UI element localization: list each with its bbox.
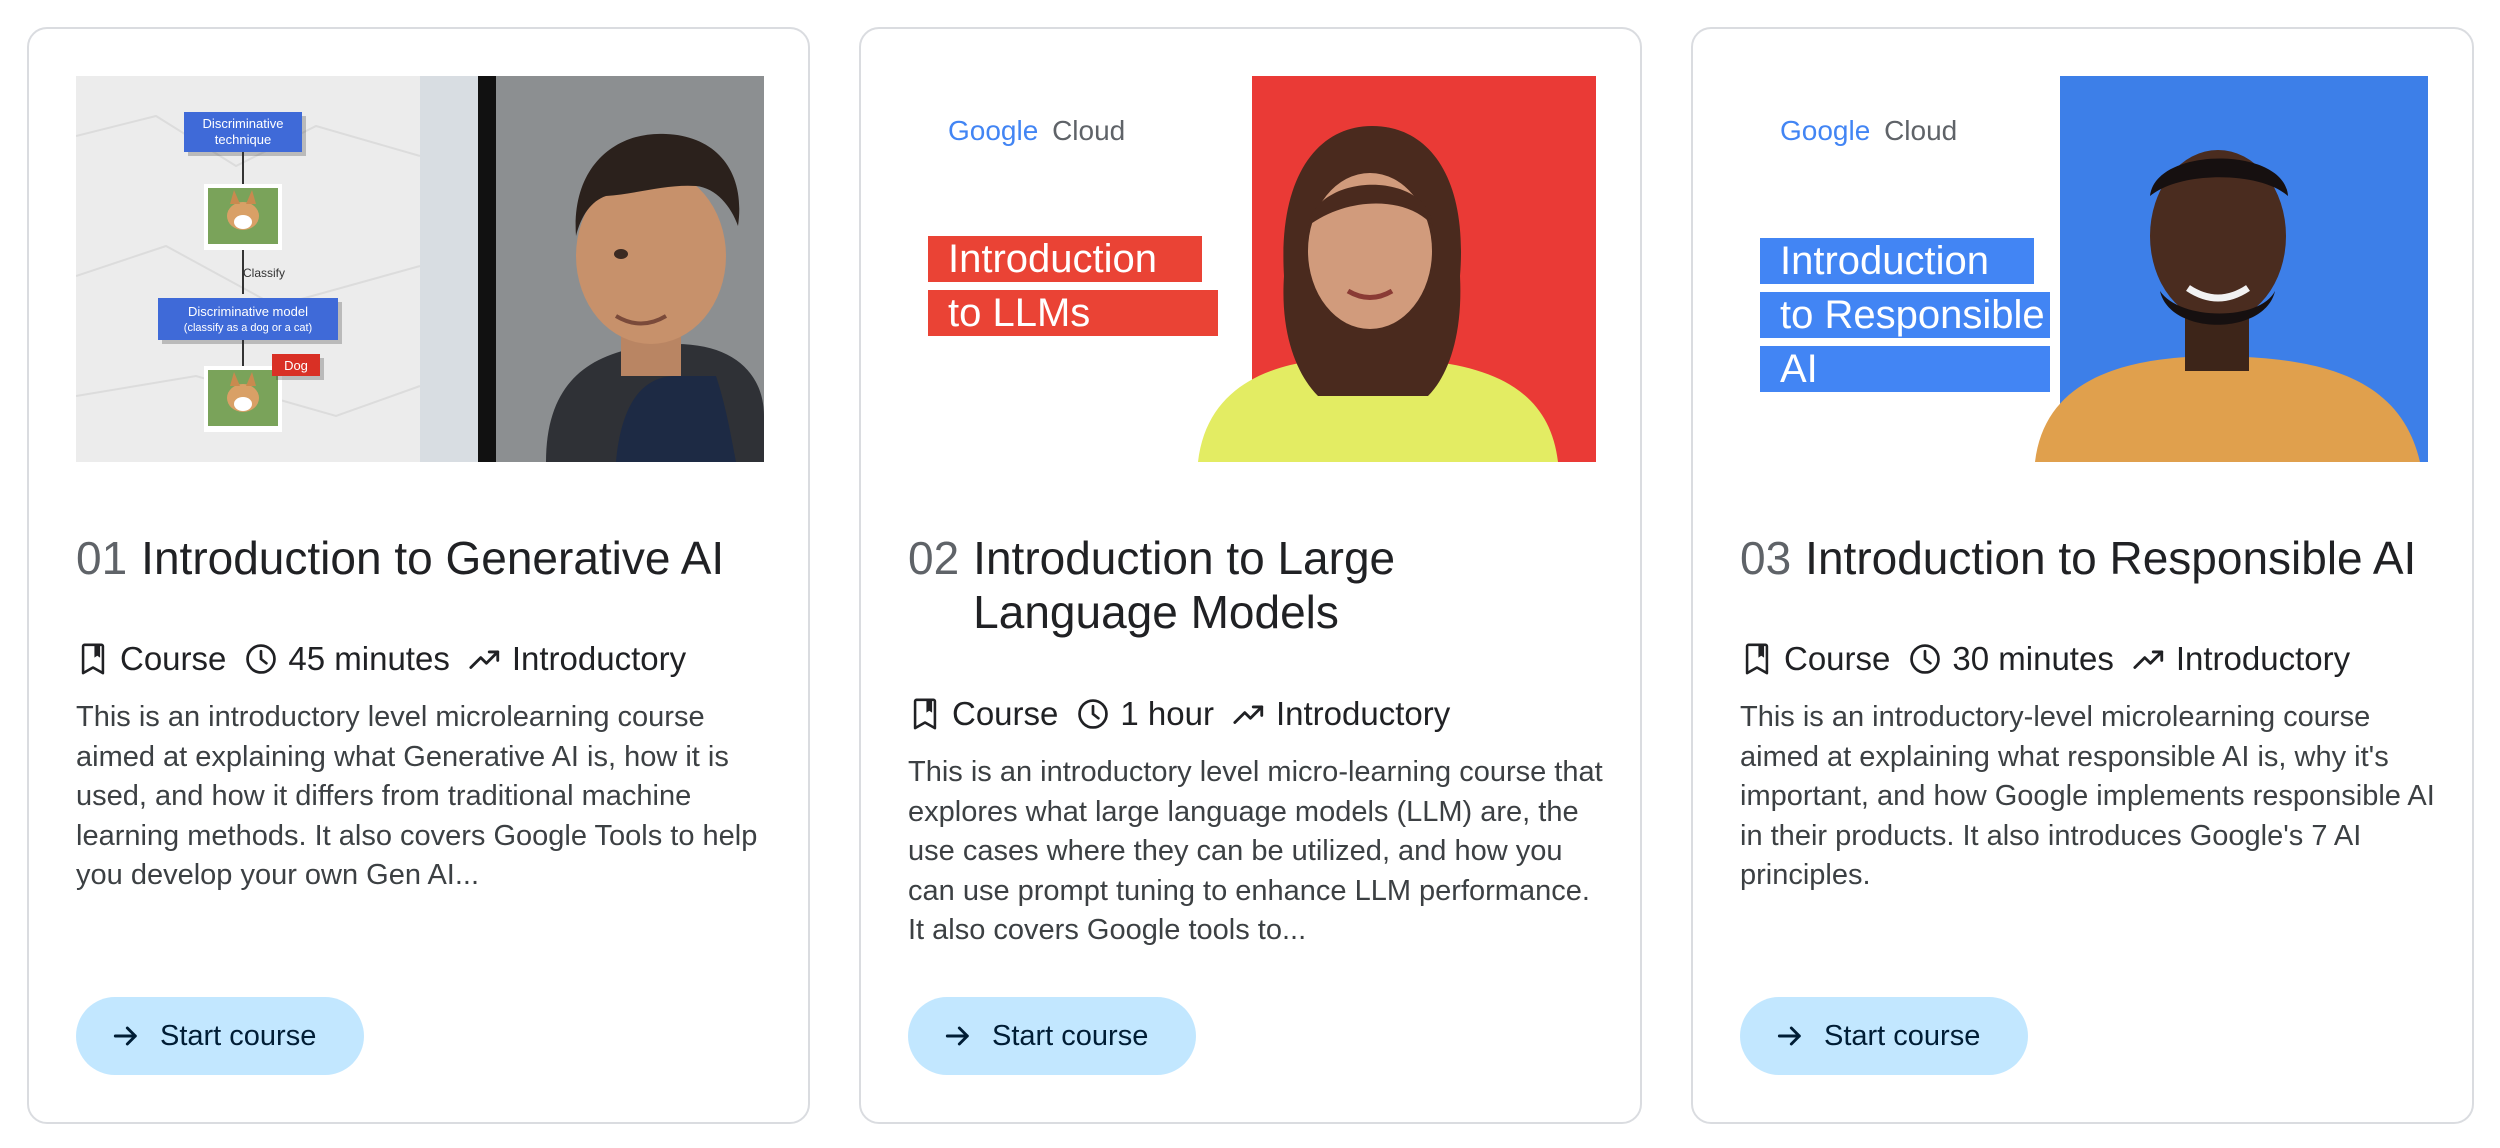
thumbnail-headline-line3: AI — [1780, 347, 1818, 391]
course-card: Google Cloud Introduction to Responsible… — [1691, 27, 2474, 1124]
thumbnail-headline-line2: to Responsible — [1780, 293, 2045, 337]
course-level-label: Introductory — [1275, 695, 1451, 732]
course-description: This is an introductory level microlearn… — [76, 701, 758, 891]
start-course-button[interactable]: Start course — [76, 997, 364, 1075]
diagram-model-line2: (classify as a dog or a cat) — [184, 322, 312, 334]
course-meta: Course 1 hour Introductory — [908, 690, 1608, 738]
trending-up-icon — [1232, 697, 1266, 731]
course-title-text: Introduction to Generative AI — [141, 532, 725, 584]
course-number: 01 — [76, 532, 128, 584]
course-grid: Discriminative technique Classify Discri… — [0, 0, 2500, 1148]
course-level-label: Introductory — [2175, 640, 2351, 677]
start-course-button[interactable]: Start course — [908, 997, 1196, 1075]
course-title-text: Introduction to Responsible AI — [1805, 532, 2417, 584]
course-duration: 30 minutes — [1908, 640, 2114, 678]
diagram-classify-label: Classify — [243, 266, 285, 280]
thumbnail-headline-line2: to LLMs — [948, 291, 1090, 335]
bookmark-icon — [76, 642, 110, 676]
diagram-top-line2: technique — [215, 132, 271, 147]
diagram-top-line1: Discriminative — [203, 116, 284, 131]
course-title[interactable]: 01 Introduction to Generative AI — [76, 531, 776, 585]
course-duration-label: 1 hour — [1120, 695, 1214, 732]
clock-icon — [244, 642, 278, 676]
bookmark-icon — [1740, 642, 1774, 676]
arrow-forward-icon — [1774, 1020, 1806, 1052]
course-type: Course — [1740, 640, 1890, 678]
diagram-model-line1: Discriminative model — [188, 304, 308, 319]
clock-icon — [1908, 642, 1942, 676]
course-meta: Course 45 minutes Introductory — [76, 635, 776, 683]
course-number: 02 — [908, 532, 960, 584]
trending-up-icon — [2132, 642, 2166, 676]
course-thumbnail[interactable]: Google Cloud Introduction to Responsible… — [1740, 76, 2428, 462]
trending-up-icon — [468, 642, 502, 676]
clock-icon — [1076, 697, 1110, 731]
thumbnail-headline-line1: Introduction — [948, 237, 1157, 281]
start-course-label: Start course — [160, 1019, 317, 1052]
course-description: This is an introductory-level microlearn… — [1740, 701, 2435, 891]
course-number: 03 — [1740, 532, 1792, 584]
start-course-label: Start course — [992, 1019, 1149, 1052]
arrow-forward-icon — [110, 1020, 142, 1052]
bookmark-icon — [908, 697, 942, 731]
course-card: Google Cloud Introduction to LLMs 02 Int… — [859, 27, 1642, 1124]
course-type: Course — [908, 695, 1058, 733]
course-meta: Course 30 minutes Introductory — [1740, 635, 2440, 683]
course-type: Course — [76, 640, 226, 678]
course-type-label: Course — [120, 640, 227, 677]
diagram-dog-tag: Dog — [284, 358, 308, 373]
course-level: Introductory — [2132, 640, 2350, 678]
course-duration: 1 hour — [1076, 695, 1214, 733]
google-cloud-logo: Google Cloud — [1780, 115, 1957, 146]
course-duration-label: 30 minutes — [1952, 640, 2114, 677]
course-card: Discriminative technique Classify Discri… — [27, 27, 810, 1124]
course-title[interactable]: 03 Introduction to Responsible AI — [1740, 531, 2440, 585]
course-level-label: Introductory — [511, 640, 687, 677]
course-thumbnail[interactable]: Discriminative technique Classify Discri… — [76, 76, 764, 462]
course-level: Introductory — [468, 640, 686, 678]
course-type-label: Course — [952, 695, 1059, 732]
google-cloud-logo: Google Cloud — [948, 115, 1125, 146]
course-type-label: Course — [1784, 640, 1891, 677]
start-course-button[interactable]: Start course — [1740, 997, 2028, 1075]
arrow-forward-icon — [942, 1020, 974, 1052]
course-thumbnail[interactable]: Google Cloud Introduction to LLMs — [908, 76, 1596, 462]
course-title-text: Introduction to Large Language Models — [973, 532, 1396, 638]
course-duration-label: 45 minutes — [288, 640, 450, 677]
start-course-label: Start course — [1824, 1019, 1981, 1052]
course-duration: 45 minutes — [244, 640, 450, 678]
course-level: Introductory — [1232, 695, 1450, 733]
course-description: This is an introductory level micro-lear… — [908, 756, 1603, 946]
thumbnail-headline-line1: Introduction — [1780, 239, 1989, 283]
course-title[interactable]: 02 Introduction to Large Language Models — [908, 531, 1608, 639]
